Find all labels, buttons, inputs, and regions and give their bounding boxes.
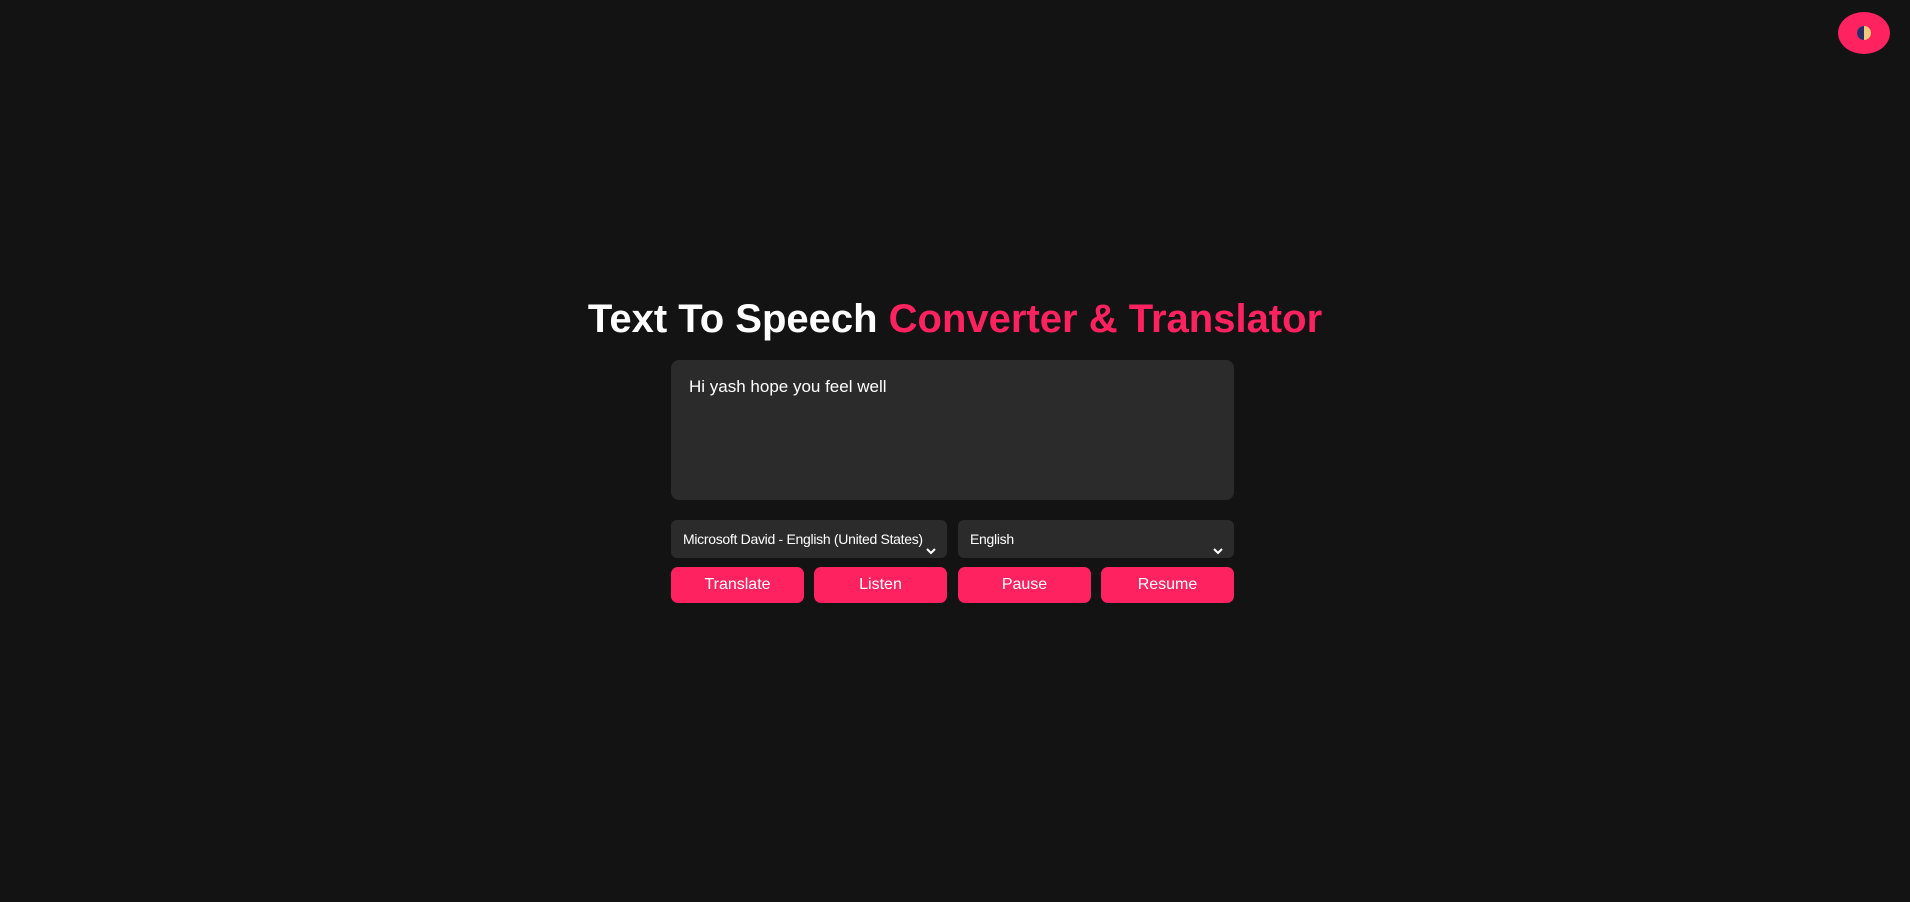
listen-button[interactable]: Listen [814,567,947,603]
title-part-1: Text To Speech [587,297,878,341]
contrast-icon [1856,25,1872,41]
pause-button[interactable]: Pause [958,567,1091,603]
resume-button[interactable]: Resume [1101,567,1234,603]
language-select[interactable]: English [958,520,1234,558]
text-input[interactable] [671,360,1234,500]
voice-select[interactable]: Microsoft David - English (United States… [671,520,947,558]
chevron-down-icon [925,533,937,571]
page-title: Text To Speech Converter & Translator [0,294,1910,344]
theme-toggle-button[interactable] [1838,12,1890,54]
title-part-2: Converter & Translator [888,297,1323,341]
voice-select-value: Microsoft David - English (United States… [683,531,923,547]
language-select-value: English [970,531,1014,547]
translate-button[interactable]: Translate [671,567,804,603]
chevron-down-icon [1212,533,1224,571]
